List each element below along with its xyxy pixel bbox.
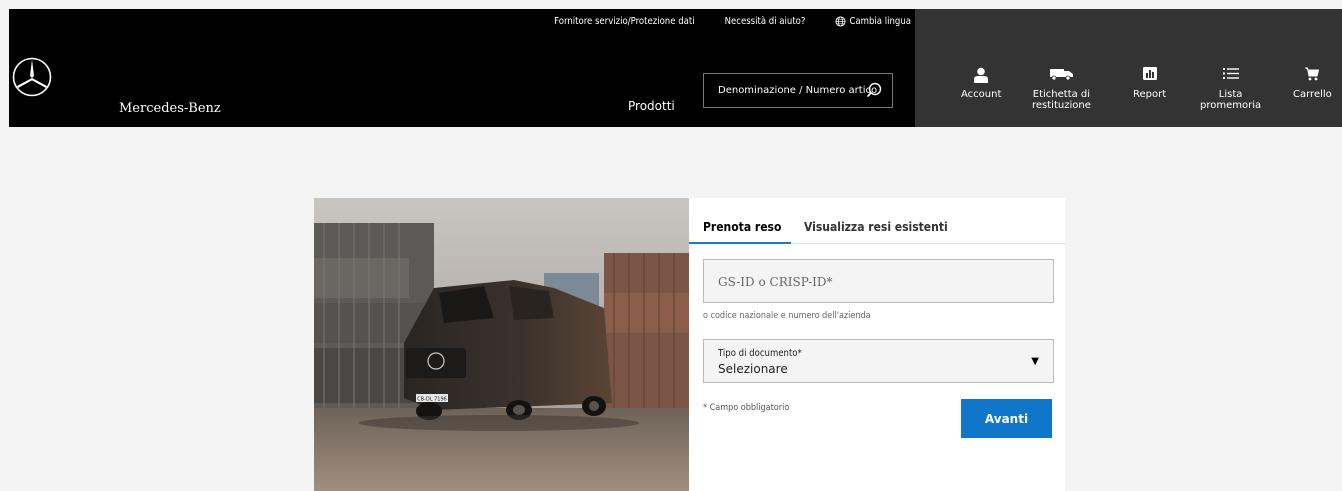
help-link[interactable]: Necessità di aiuto? <box>725 16 806 27</box>
header: Mercedes-Benz Fornitore servizio/Protezi… <box>9 9 1342 127</box>
cart-icon <box>1293 67 1332 89</box>
search-box <box>703 73 893 108</box>
brand-name: Mercedes-Benz <box>119 101 221 116</box>
nav-wishlist-line2: promemoria <box>1200 100 1262 111</box>
report-icon <box>1133 67 1166 89</box>
van-hero-image: CB-DL 7196 <box>314 198 689 491</box>
tabs: Prenota reso Visualizza resi esistenti <box>689 198 1065 244</box>
top-links: Fornitore servizio/Protezione dati Neces… <box>554 16 911 27</box>
caret-down-icon: ▼ <box>1031 356 1039 367</box>
nav-return-label[interactable]: Etichetta di restituzione <box>1032 67 1091 111</box>
mercedes-star-logo[interactable] <box>12 57 52 97</box>
tab-view-returns[interactable]: Visualizza resi esistenti <box>804 220 948 234</box>
user-icon <box>961 67 1001 89</box>
nav-cart[interactable]: Carrello <box>1293 67 1332 100</box>
nav-wishlist-line1: Lista <box>1218 89 1243 100</box>
nav-report[interactable]: Report <box>1133 67 1166 100</box>
provider-privacy-link[interactable]: Fornitore servizio/Protezione dati <box>554 16 694 27</box>
nav-cart-label: Carrello <box>1293 89 1332 100</box>
id-hint: o codice nazionale e numero dell'azienda <box>703 311 871 321</box>
nav-account[interactable]: Account <box>961 67 1001 100</box>
active-tab-indicator <box>689 242 791 244</box>
list-icon <box>1200 67 1261 89</box>
nav-wishlist[interactable]: Lista promemoria <box>1200 67 1261 111</box>
header-actions: Account Etichetta di restituzione Report… <box>915 9 1342 127</box>
return-form-panel: Prenota reso Visualizza resi esistenti o… <box>689 198 1065 491</box>
id-field <box>703 259 1054 304</box>
document-type-select[interactable]: Tipo di documento* Selezionare ▼ <box>703 339 1054 383</box>
document-type-label: Tipo di documento* <box>718 348 802 359</box>
nav-return-label-line1: Etichetta di <box>1032 89 1091 100</box>
license-plate: CB-DL 7196 <box>417 397 447 403</box>
return-card: CB-DL 7196 Prenota reso Visualizza resi … <box>314 198 1065 491</box>
tab-book-return[interactable]: Prenota reso <box>703 220 781 234</box>
change-language-link[interactable]: Cambia lingua <box>835 16 911 27</box>
gs-id-input[interactable] <box>704 260 1040 304</box>
globe-icon <box>835 16 846 27</box>
header-main: Mercedes-Benz Fornitore servizio/Protezi… <box>9 9 915 127</box>
next-button[interactable]: Avanti <box>961 399 1052 438</box>
truck-icon <box>1032 67 1091 89</box>
required-note: * Campo obbligatorio <box>703 403 790 413</box>
change-language-label: Cambia lingua <box>849 16 911 27</box>
search-icon[interactable] <box>866 82 882 102</box>
nav-return-label-line2: restituzione <box>1032 100 1091 111</box>
search-input[interactable] <box>704 84 880 97</box>
nav-account-label: Account <box>961 89 1002 100</box>
nav-report-label: Report <box>1133 89 1167 100</box>
products-menu[interactable]: Prodotti <box>628 99 675 113</box>
document-type-value: Selezionare <box>718 362 788 376</box>
